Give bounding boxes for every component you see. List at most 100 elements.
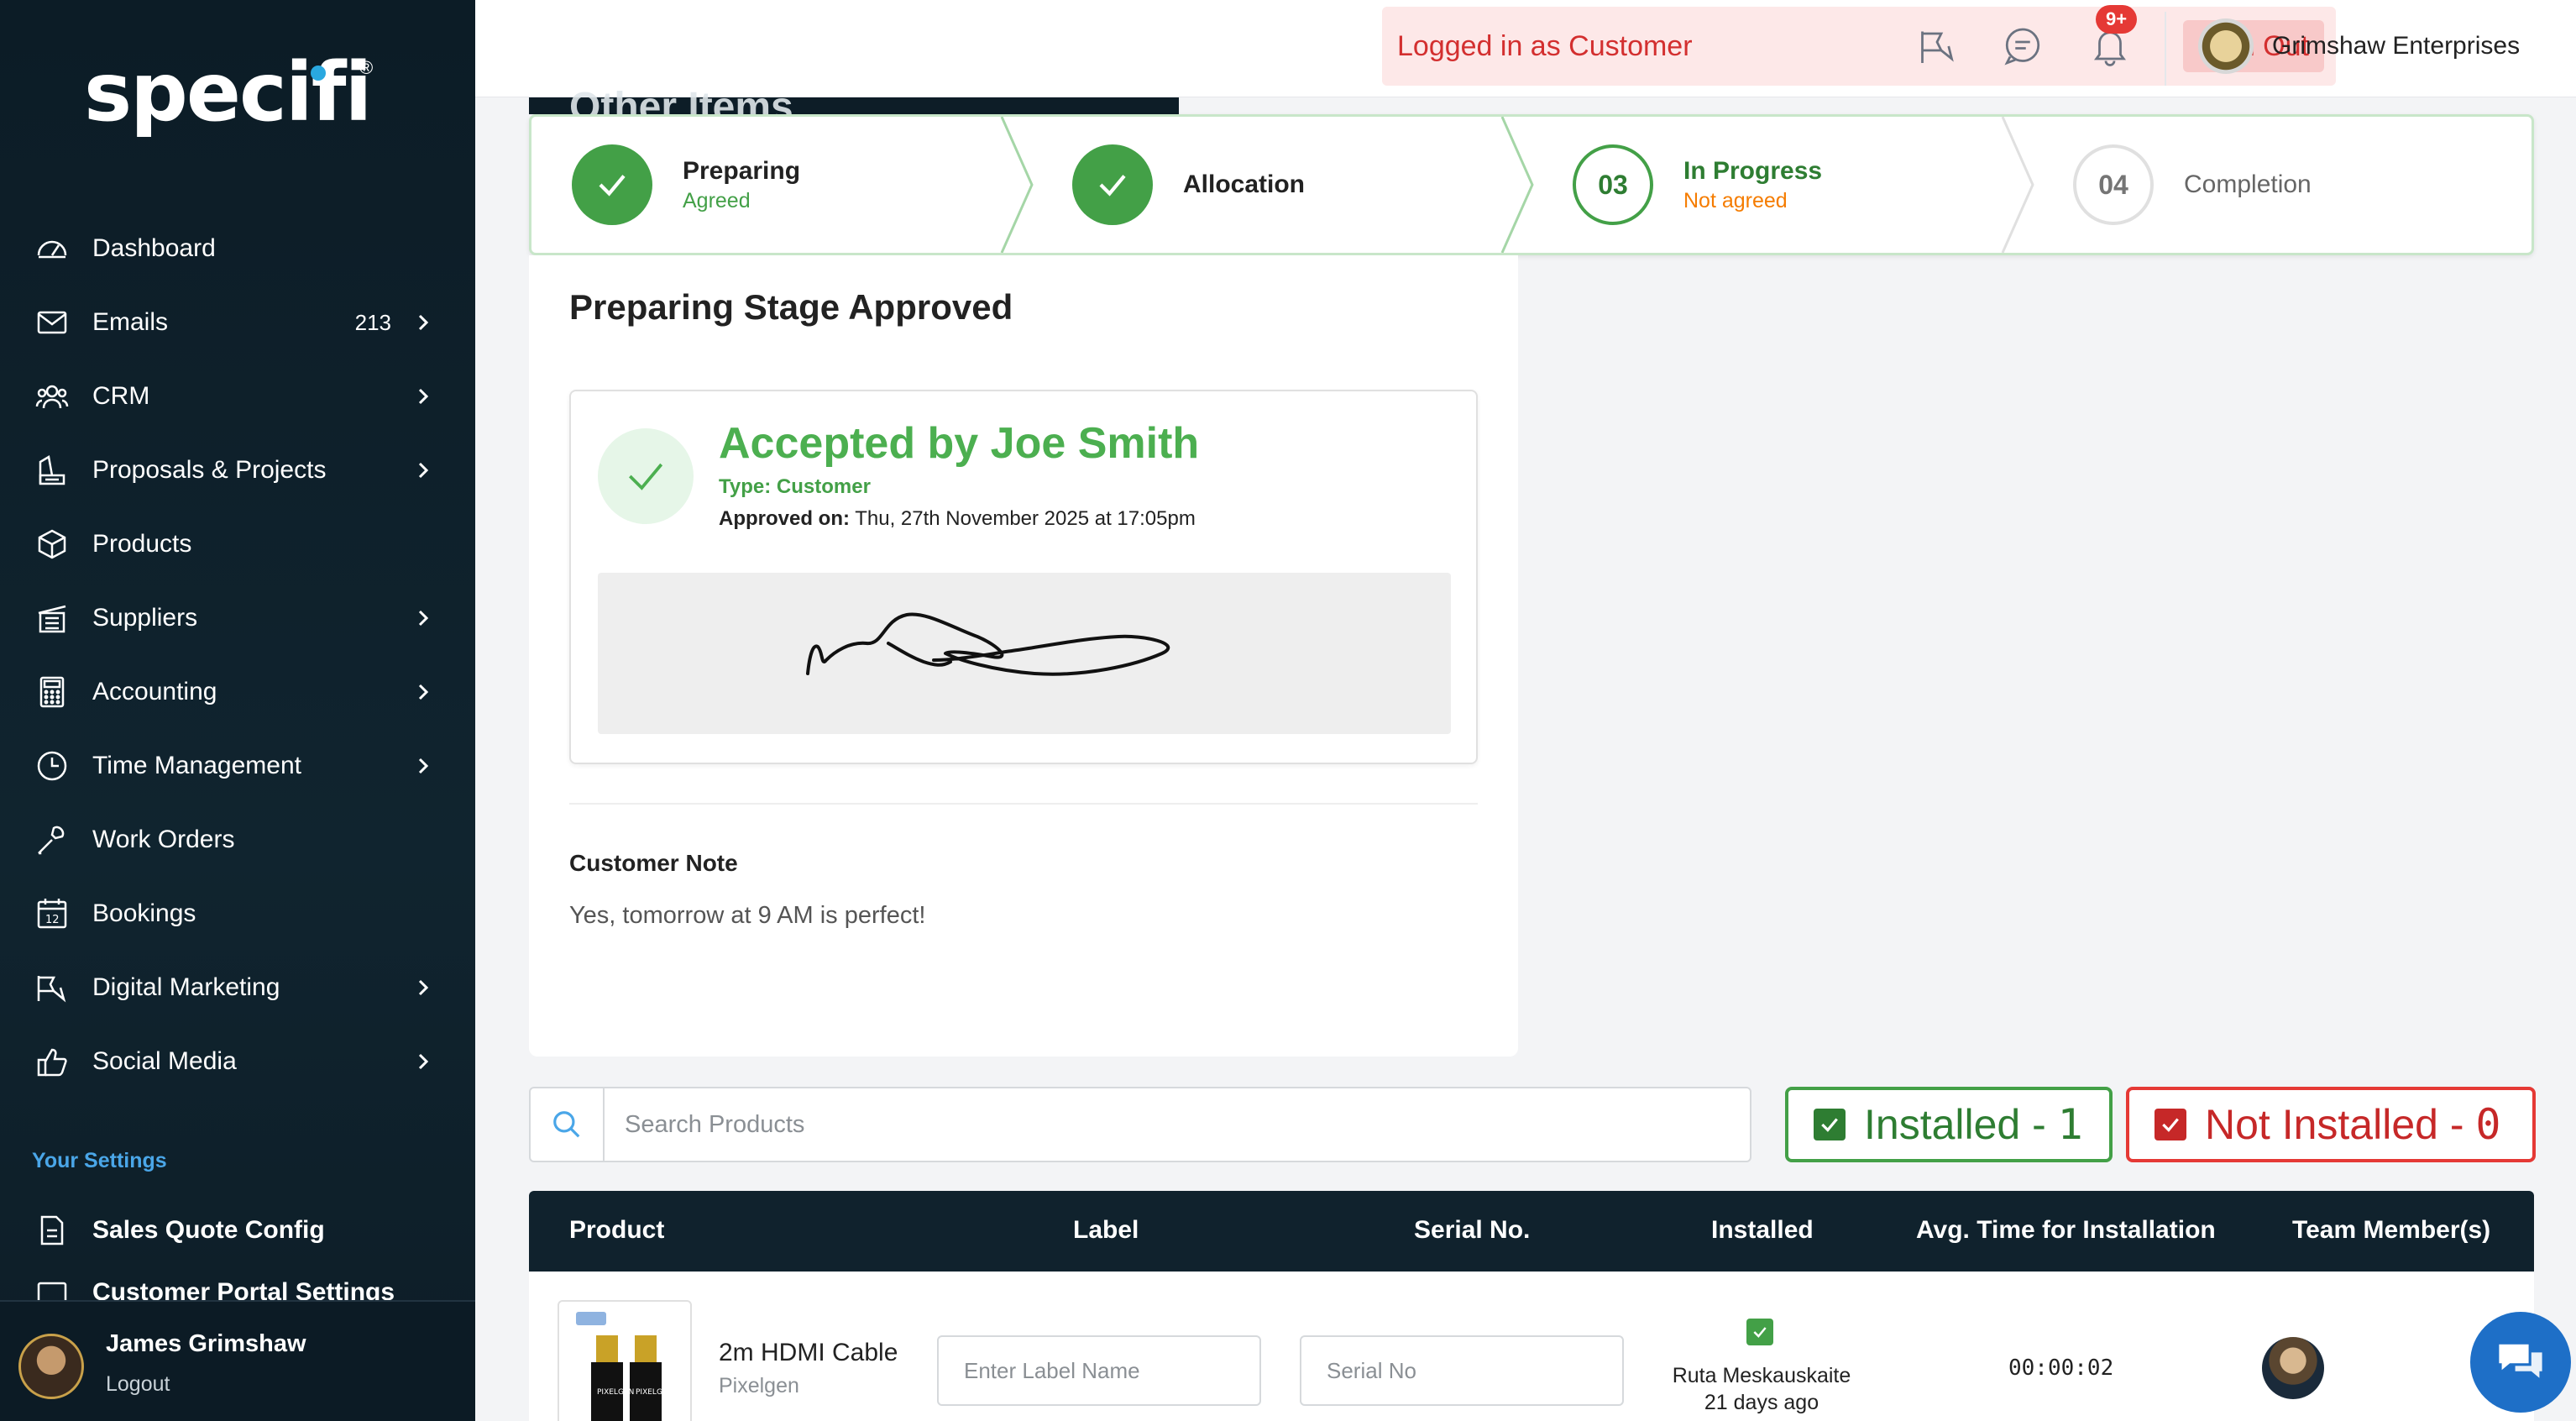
label-input[interactable] (937, 1335, 1261, 1406)
column-header-installed[interactable]: Installed (1711, 1216, 1814, 1245)
checkbox-icon (2155, 1109, 2186, 1140)
sidebar-item-label: Social Media (92, 1047, 237, 1075)
proposals-icon (34, 452, 71, 489)
step-preparing[interactable]: Preparing Agreed (572, 117, 800, 253)
not-installed-filter-button[interactable]: Not Installed - 0 (2126, 1087, 2536, 1162)
step-number: 03 (1573, 144, 1653, 225)
search-input[interactable] (605, 1110, 1750, 1139)
sidebar-item-social-media[interactable]: Social Media (0, 1025, 475, 1099)
sidebar-item-crm[interactable]: CRM (0, 359, 475, 433)
login-status-banner: Logged in as Customer Sign Out (1382, 7, 2336, 86)
chevron-right-icon (413, 978, 433, 998)
topbar-divider (2165, 12, 2166, 86)
column-header-product[interactable]: Product (569, 1216, 664, 1245)
step-title: In Progress (1683, 156, 1823, 185)
approved-on: Approved on: Thu, 27th November 2025 at … (719, 507, 1196, 531)
wrench-icon (34, 821, 71, 858)
notification-badge: 9+ (2096, 5, 2138, 34)
sidebar-item-label: Products (92, 530, 192, 558)
mail-icon (34, 304, 71, 341)
product-name[interactable]: 2m HDMI Cable (719, 1339, 898, 1367)
sidebar-item-label: Time Management (92, 752, 301, 779)
team-member-avatar[interactable] (2262, 1337, 2324, 1399)
table-row: PIXELGEN PIXELGEN 2m HDMI Cable Pixelgen… (529, 1272, 2534, 1421)
column-header-team[interactable]: Team Member(s) (2292, 1216, 2490, 1245)
customer-note-text: Yes, tomorrow at 9 AM is perfect! (569, 902, 926, 929)
settings-section-title: Your Settings (32, 1149, 167, 1172)
sidebar: specifi ® Dashboard Emails 213 CRM Propo… (0, 0, 475, 1421)
product-image[interactable]: PIXELGEN PIXELGEN (558, 1300, 692, 1421)
sidebar-item-suppliers[interactable]: Suppliers (0, 581, 475, 655)
sidebar-item-dashboard[interactable]: Dashboard (0, 212, 475, 286)
check-icon (1072, 144, 1153, 225)
megaphone-icon[interactable] (1916, 25, 1958, 67)
svg-text:12: 12 (45, 914, 60, 926)
installed-checkbox[interactable] (1746, 1319, 1773, 1345)
megaphone-icon (34, 969, 71, 1006)
calculator-icon (34, 674, 71, 710)
acceptor-type: Type: Customer (719, 475, 871, 498)
sidebar-item-sales-quote-config[interactable]: Sales Quote Config (34, 1201, 325, 1260)
installed-count: 1 (2057, 1100, 2083, 1149)
customer-note-title: Customer Note (569, 850, 738, 876)
sidebar-item-accounting[interactable]: Accounting (0, 655, 475, 729)
product-brand: Pixelgen (719, 1374, 799, 1397)
chat-bubbles-icon (2494, 1334, 2547, 1392)
step-in-progress[interactable]: 03 In Progress Not agreed (1573, 117, 1822, 253)
step-allocation[interactable]: Allocation (1072, 117, 1305, 253)
column-header-serial[interactable]: Serial No. (1414, 1216, 1530, 1245)
sidebar-item-label: Bookings (92, 899, 196, 927)
installed-filter-button[interactable]: Installed - 1 (1785, 1087, 2113, 1162)
chevron-right-icon (413, 1051, 433, 1072)
sidebar-item-proposals-projects[interactable]: Proposals & Projects (0, 433, 475, 507)
checkbox-icon (1814, 1109, 1846, 1140)
chevron-right-icon (413, 682, 433, 702)
column-header-label[interactable]: Label (1073, 1216, 1139, 1245)
warehouse-icon (34, 600, 71, 637)
sidebar-item-work-orders[interactable]: Work Orders (0, 803, 475, 877)
column-header-avg-time[interactable]: Avg. Time for Installation (1916, 1216, 2216, 1245)
accepted-by: Accepted by Joe Smith (719, 419, 1200, 468)
signature-box (598, 573, 1451, 734)
chevron-right-icon (413, 460, 433, 480)
avg-install-time: 00:00:02 (2008, 1355, 2114, 1381)
clock-icon (34, 747, 71, 784)
approved-value: Thu, 27th November 2025 at 17:05pm (855, 507, 1196, 530)
installed-label: Installed - (1864, 1101, 2058, 1148)
not-installed-filter-text: Not Installed - 0 (2205, 1100, 2500, 1149)
sidebar-item-products[interactable]: Products (0, 507, 475, 581)
sidebar-item-digital-marketing[interactable]: Digital Marketing (0, 951, 475, 1025)
company-name[interactable]: Grimshaw Enterprises (2272, 32, 2520, 60)
login-status-text: Logged in as Customer (1397, 29, 1693, 62)
sidebar-item-bookings[interactable]: 12 Bookings (0, 877, 475, 951)
sidebar-item-emails[interactable]: Emails 213 (0, 286, 475, 359)
logout-link[interactable]: Logout (106, 1372, 170, 1397)
company-logo[interactable] (2198, 18, 2254, 74)
not-installed-label: Not Installed - (2205, 1101, 2476, 1148)
check-icon (598, 428, 694, 524)
sidebar-item-label: Emails (92, 308, 169, 336)
serial-input[interactable] (1300, 1335, 1624, 1406)
sidebar-item-customer-portal-settings[interactable]: Customer Portal Settings (34, 1275, 395, 1300)
chevron-right-icon (413, 756, 433, 776)
search-icon[interactable] (531, 1088, 605, 1161)
step-completion[interactable]: 04 Completion (2073, 117, 2312, 253)
chat-icon[interactable] (2002, 25, 2044, 67)
table-header: Product Label Serial No. Installed Avg. … (529, 1191, 2534, 1272)
progress-stepper: Preparing Agreed Allocation 03 In Progre… (529, 114, 2534, 255)
step-title: Completion (2184, 170, 2312, 198)
avatar[interactable] (18, 1334, 84, 1399)
logo-text: specifi (84, 45, 372, 139)
specifi-logo[interactable]: specifi ® (84, 52, 386, 161)
svg-text:PIXELGEN: PIXELGEN (597, 1388, 634, 1397)
approved-label: Approved on: (719, 507, 850, 530)
section-divider (569, 803, 1478, 805)
step-status: Not agreed (1683, 188, 1788, 212)
chat-widget-button[interactable] (2470, 1312, 2571, 1413)
hdmi-cable-image: PIXELGEN PIXELGEN (576, 1312, 673, 1421)
sidebar-item-label: CRM (92, 382, 150, 410)
signature-image (806, 612, 1170, 676)
main-nav: Dashboard Emails 213 CRM Proposals & Pro… (0, 212, 475, 1099)
chevron-right-icon (413, 608, 433, 628)
sidebar-item-time-management[interactable]: Time Management (0, 729, 475, 803)
